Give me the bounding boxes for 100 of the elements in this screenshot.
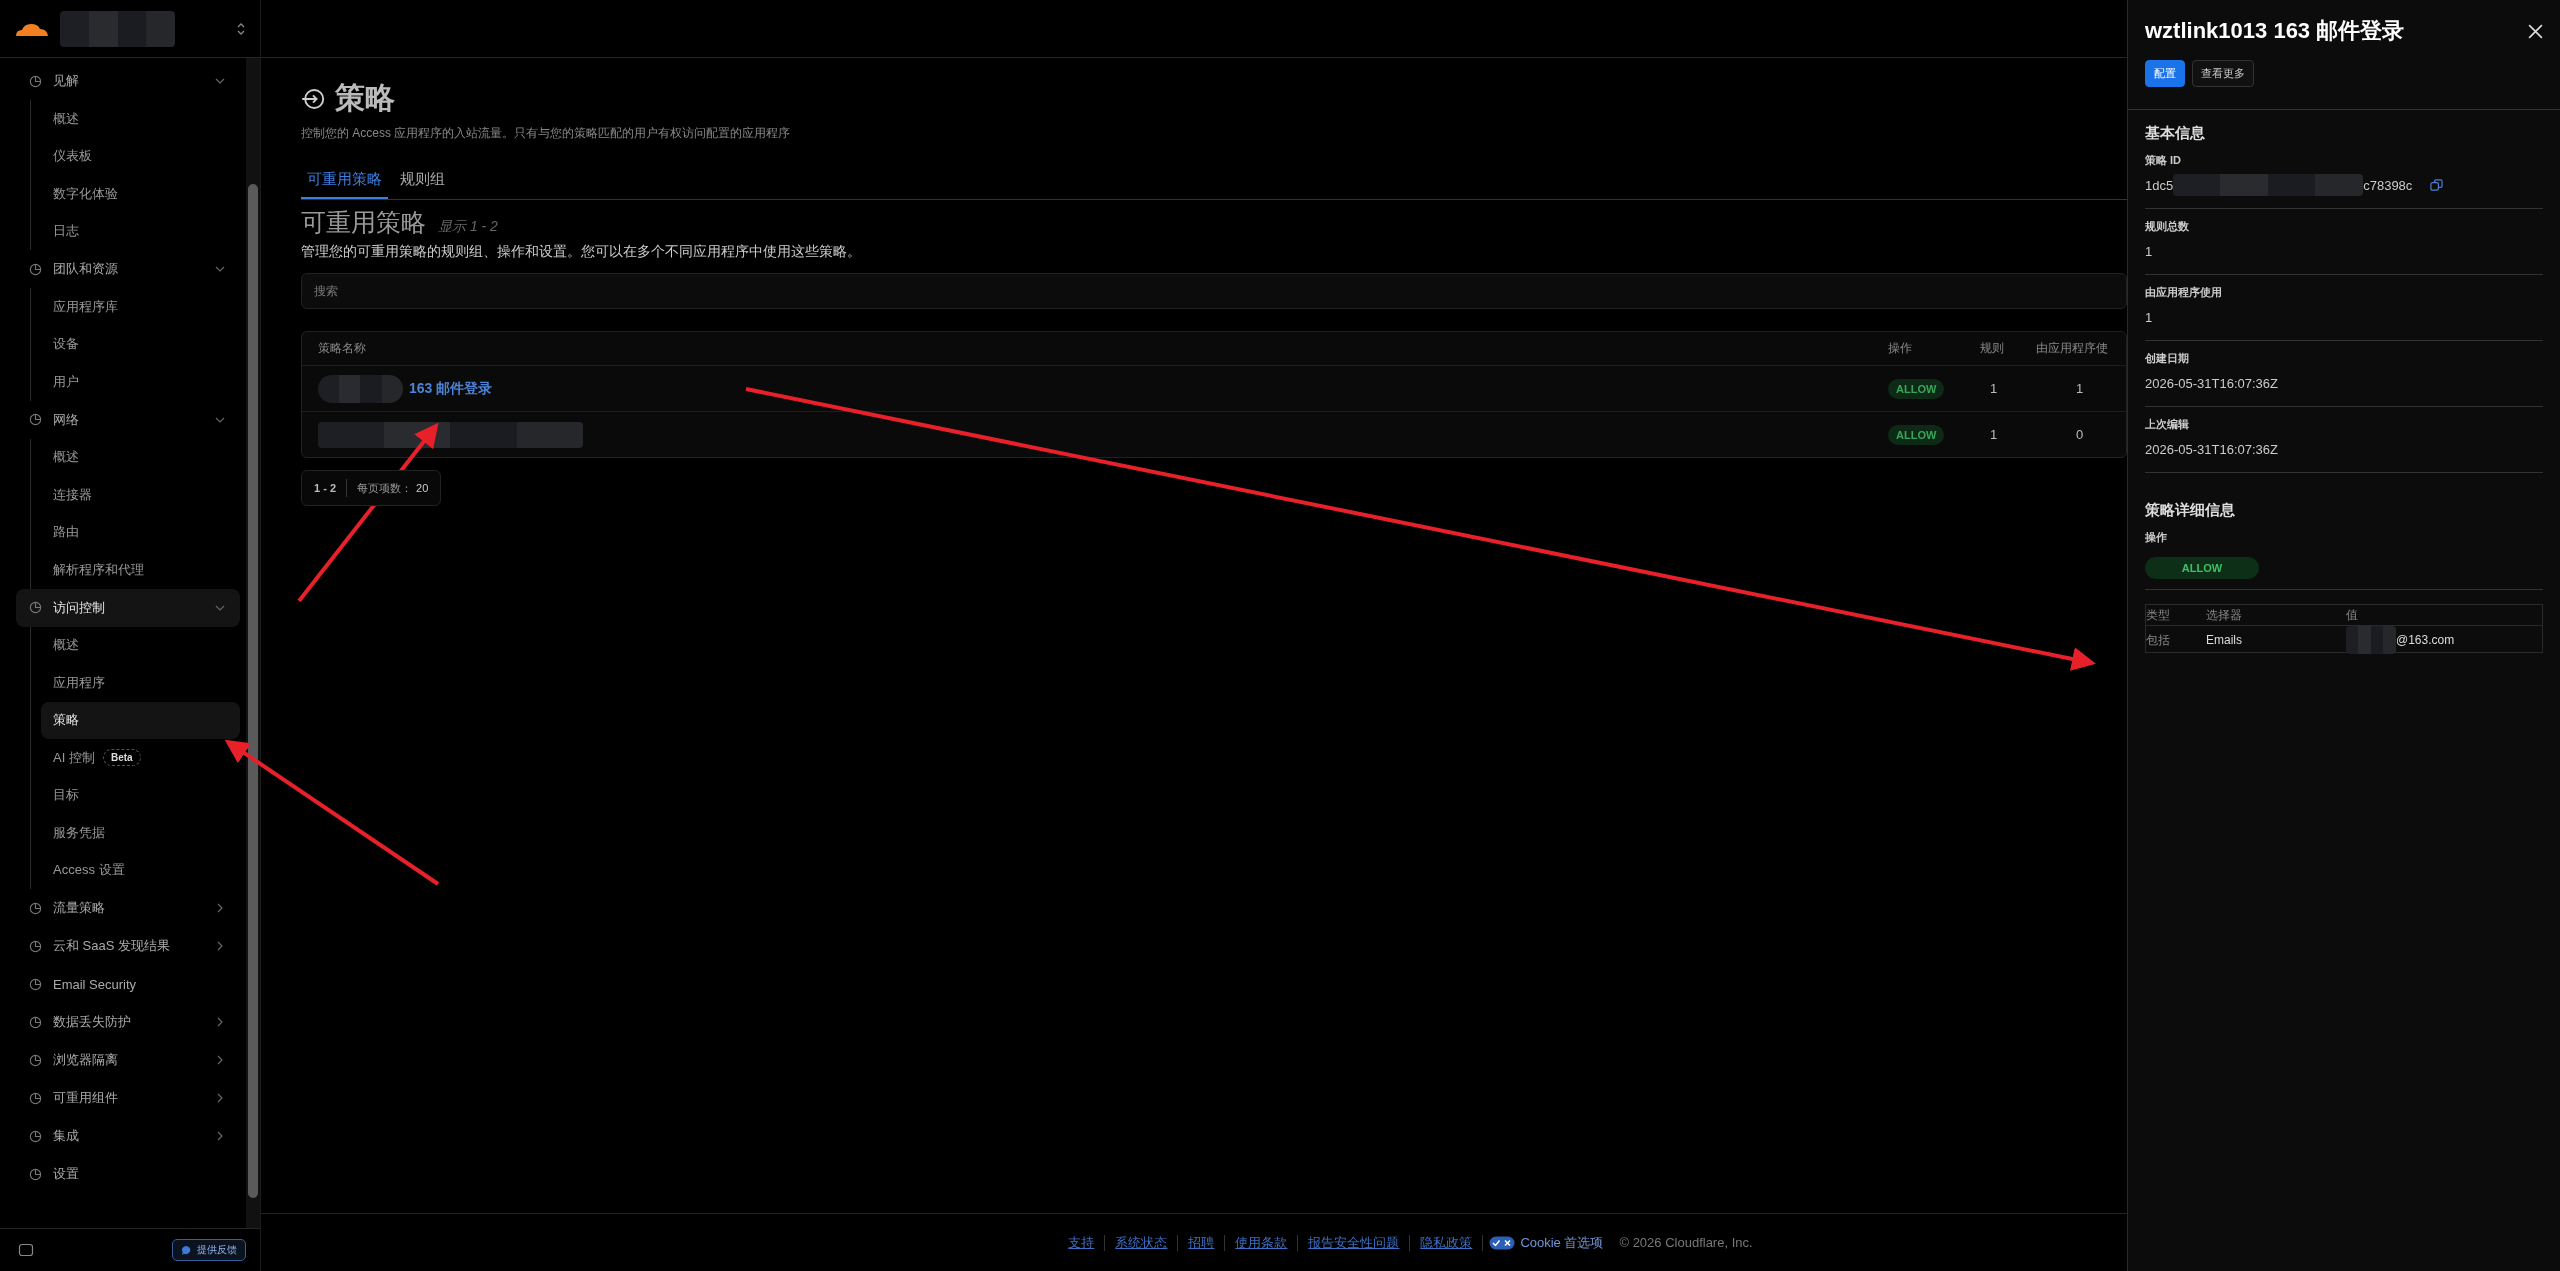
field-label: 策略 ID [2145, 153, 2183, 168]
nav-item[interactable]: 连接器 [41, 476, 240, 514]
field-label: 规则总数 [2145, 219, 2190, 234]
drawer-button[interactable]: 配置 [2145, 60, 2185, 87]
nav-item[interactable]: 设备 [41, 325, 240, 363]
result-count: 显示 1 - 2 [438, 218, 498, 236]
policy-link[interactable]: 163 邮件登录 [409, 379, 493, 398]
per-page-label: 每页项数： [357, 480, 412, 496]
nav-icon [28, 938, 43, 954]
section-title: 可重用策略 [301, 207, 426, 238]
drawer-button[interactable]: 查看更多 [2192, 60, 2254, 87]
nav-item[interactable]: 概述 [41, 438, 240, 476]
feedback-button[interactable]: 提供反馈 [172, 1239, 246, 1261]
chat-icon [181, 1244, 192, 1256]
search-field[interactable]: 搜索 [301, 273, 2127, 309]
footer-link[interactable]: 报告安全性问题 [1308, 1233, 1400, 1252]
redacted-mosaic [2346, 626, 2396, 654]
nav-group[interactable]: 流量策略 [16, 889, 240, 927]
nav-icon [28, 976, 43, 992]
nav-icon [28, 900, 43, 916]
close-icon[interactable] [2527, 22, 2544, 40]
action-pill: ALLOW [1888, 378, 1945, 399]
nav-group[interactable]: 可重用组件 [16, 1079, 240, 1117]
nav-item[interactable]: 应用程序库 [41, 288, 240, 326]
table-cell-text: 包括 [2146, 631, 2171, 649]
column-header: 由应用程序使 [2036, 340, 2109, 357]
drawer-title: wztlink1013 163 邮件登录 [2145, 17, 2405, 45]
action-pill: ALLOW [2145, 557, 2259, 579]
footer-link[interactable]: 支持 [1068, 1233, 1095, 1252]
field-label: 创建日期 [2145, 351, 2190, 366]
table-cell-text: 1 [1989, 427, 1999, 442]
page-title: 策略 [335, 80, 395, 116]
column-header: 值 [2346, 606, 2359, 624]
nav-item[interactable]: 应用程序 [41, 664, 240, 702]
field-label: 操作 [2145, 530, 2168, 545]
nav-group[interactable]: 集成 [16, 1117, 240, 1155]
nav-icon [28, 1090, 43, 1106]
action-pill: ALLOW [1888, 424, 1945, 445]
nav-item[interactable]: 概述 [41, 626, 240, 664]
nav-group[interactable]: 网络 [16, 400, 240, 439]
table-cell-text: 1 [2075, 381, 2085, 396]
footer-link[interactable]: 使用条款 [1235, 1233, 1288, 1252]
nav-item[interactable]: 策略 [41, 701, 240, 739]
nav-icon [28, 1166, 43, 1182]
page-range: 1 - 2 [314, 482, 336, 494]
nav-icon [28, 1014, 43, 1030]
nav-group[interactable]: 见解 [16, 62, 240, 100]
nav-item[interactable]: AI 控制 Beta [41, 739, 240, 777]
field-value: 1 [2145, 243, 2153, 259]
nav-group[interactable]: 设置 [16, 1155, 240, 1193]
nav-group[interactable]: 云和 SaaS 发现结果 [16, 927, 240, 965]
nav-item[interactable]: 用户 [41, 363, 240, 401]
nav-icon [28, 1052, 43, 1068]
copy-icon[interactable] [2430, 178, 2444, 192]
nav-item[interactable]: 概述 [41, 100, 240, 138]
scrollbar[interactable] [246, 58, 260, 1228]
field-value: 1 [2145, 309, 2153, 325]
cookie-preferences-link[interactable]: Cookie 首选项 [1489, 1233, 1604, 1252]
nav-icon [28, 261, 43, 277]
column-header: 策略名称 [317, 340, 367, 357]
nav-icon [28, 73, 43, 89]
field-value: 1dc5 [2145, 177, 2174, 193]
nav-item[interactable]: 日志 [41, 212, 240, 250]
table-cell-text: 0 [2075, 427, 2085, 442]
nav-group[interactable]: Email Security [16, 965, 240, 1003]
sidebar-toggle-icon[interactable] [18, 1242, 34, 1258]
nav-group[interactable]: 访问控制 [16, 588, 240, 627]
footer-link[interactable]: 隐私政策 [1420, 1233, 1473, 1252]
table-cell: @163.com [2396, 633, 2455, 647]
field-value: 2026-05-31T16:07:36Z [2145, 441, 2278, 457]
nav-icon [28, 412, 43, 427]
nav-item[interactable]: Access 设置 [41, 851, 240, 889]
tab[interactable]: 可重用策略 [301, 164, 388, 199]
nav-item[interactable]: 仪表板 [41, 137, 240, 175]
access-icon [301, 86, 325, 111]
column-header: 规则 [1980, 340, 2005, 357]
copyright: © 2026 Cloudflare, Inc. [1619, 1235, 1753, 1250]
field-value: 2026-05-31T16:07:36Z [2145, 375, 2278, 391]
nav-group[interactable]: 浏览器隔离 [16, 1041, 240, 1079]
section-heading: 基本信息 [2145, 124, 2206, 143]
footer-link[interactable]: 招聘 [1188, 1233, 1215, 1252]
section-description: 管理您的可重用策略的规则组、操作和设置。您可以在多个不同应用程序中使用这些策略。 [301, 243, 862, 261]
nav-item[interactable]: 路由 [41, 513, 240, 551]
section-heading: 策略详细信息 [2145, 501, 2236, 520]
nav-item[interactable]: 数字化体验 [41, 175, 240, 213]
nav-item[interactable]: 目标 [41, 776, 240, 814]
field-label: 上次编辑 [2145, 417, 2190, 432]
column-header: 类型 [2146, 606, 2171, 624]
table-cell-text: Emails [2206, 633, 2243, 647]
nav-group[interactable]: 团队和资源 [16, 250, 240, 288]
table-cell-text: 1 [1989, 381, 1999, 396]
footer-link[interactable]: 系统状态 [1115, 1233, 1168, 1252]
nav-item[interactable]: 解析程序和代理 [41, 551, 240, 589]
per-page-value[interactable]: 20 [416, 482, 429, 494]
nav-icon [28, 1128, 43, 1144]
page-description: 控制您的 Access 应用程序的入站流量。只有与您的策略匹配的用户有权访问配置的应用程序 [301, 125, 792, 142]
nav-icon [28, 600, 43, 615]
nav-group[interactable]: 数据丢失防护 [16, 1003, 240, 1041]
nav-item[interactable]: 服务凭据 [41, 814, 240, 852]
tab[interactable]: 规则组 [394, 164, 451, 199]
